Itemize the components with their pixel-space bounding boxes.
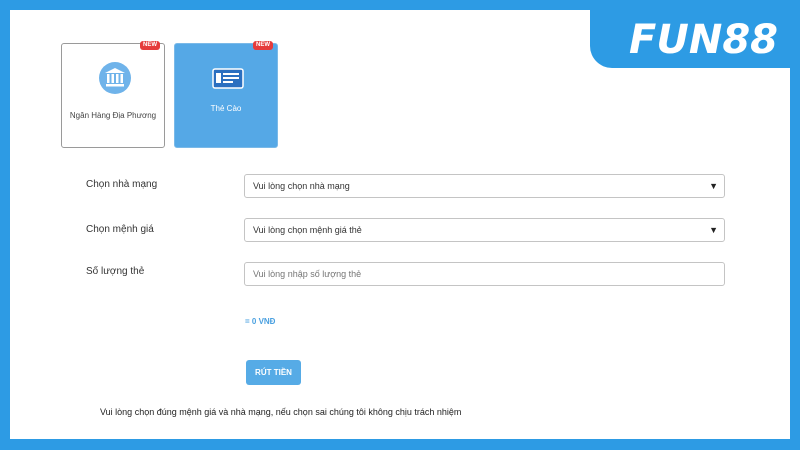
brand-tab: FUN88 (590, 10, 790, 68)
notice-text: Vui lòng chọn đúng mệnh giá và nhà mạng,… (100, 407, 462, 417)
dropdown-caret-icon: ▼ (709, 181, 718, 191)
quantity-input[interactable] (244, 262, 725, 286)
method-label-scratch-card: Thẻ Cào (210, 104, 242, 113)
fun88-logo: FUN88 (629, 17, 778, 63)
denomination-select-value: Vui lòng chọn mệnh giá thẻ (253, 225, 362, 235)
denomination-select[interactable]: Vui lòng chọn mệnh giá thẻ ▼ (244, 218, 725, 242)
denomination-label: Chọn mệnh giá (86, 224, 154, 235)
network-select-value: Vui lòng chọn nhà mạng (253, 181, 350, 191)
quantity-label: Số lượng thẻ (86, 266, 145, 277)
new-badge: NEW (253, 41, 273, 50)
main-panel: FUN88 NEW Ngân Hàng Địa Phương NEW Thẻ C… (10, 10, 790, 439)
network-label: Chọn nhà mạng (86, 179, 158, 190)
card-icon (212, 68, 244, 89)
method-card-local-bank[interactable]: NEW Ngân Hàng Địa Phương (61, 41, 165, 148)
bank-icon (99, 62, 131, 94)
new-badge: NEW (140, 41, 160, 50)
total-amount: = 0 VNĐ (245, 317, 276, 326)
method-card-scratch-card[interactable]: NEW Thẻ Cào (174, 41, 278, 148)
dropdown-caret-icon: ▼ (709, 225, 718, 235)
method-label-local-bank: Ngân Hàng Địa Phương (69, 111, 157, 120)
withdraw-button[interactable]: RÚT TIỀN (246, 360, 301, 385)
network-select[interactable]: Vui lòng chọn nhà mạng ▼ (244, 174, 725, 198)
